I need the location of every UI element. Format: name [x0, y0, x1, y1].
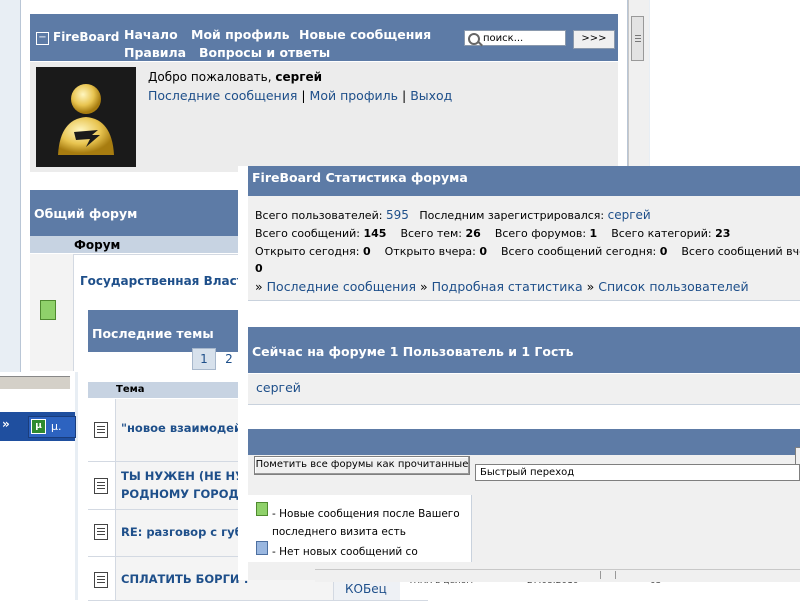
new-posts-icon	[256, 502, 268, 516]
stat-label: Последним зарегистрировался:	[419, 209, 605, 222]
nav-my-profile[interactable]: Мой профиль	[191, 27, 290, 42]
mark-all-read-button[interactable]: Пометить все форумы как прочитанные	[254, 456, 470, 475]
online-user-link[interactable]: сергей	[256, 380, 301, 395]
collapse-icon[interactable]: −	[36, 32, 49, 45]
taskbar-strip	[0, 376, 70, 389]
quick-jump-select[interactable]: Быстрый переход	[475, 464, 800, 481]
search-icon	[468, 33, 480, 45]
recent-topics-title: Последние темы	[92, 326, 214, 341]
topic-title-link-line2[interactable]: РОДНОМУ ГОРОДУ	[121, 485, 248, 503]
horizontal-scrollbar[interactable]	[315, 569, 800, 582]
topic-title-link[interactable]: СПЛАТИТЬ БОРГИ !	[121, 570, 249, 588]
forum-column-header: Форум	[74, 238, 121, 252]
stat-value: 0	[362, 245, 371, 258]
avatar-figure-icon	[58, 84, 114, 155]
stat-label: Всего форумов:	[494, 227, 587, 240]
stats-line-totals: Всего сообщений: 145 Всего тем: 26 Всего…	[255, 227, 730, 240]
stats-line-today: Открыто сегодня: 0 Открыто вчера: 0 Всег…	[255, 245, 800, 258]
stat-label: Всего сообщений:	[255, 227, 360, 240]
nav-rules[interactable]: Правила	[124, 45, 186, 60]
legend-no-new-posts-text: - Нет новых сообщений со	[272, 546, 418, 558]
page-2-button[interactable]: 2	[220, 349, 238, 369]
nav-home[interactable]: Начало	[124, 27, 178, 42]
link-separator: |	[401, 88, 407, 103]
page-1-button[interactable]: 1	[192, 348, 216, 370]
stat-label: Всего тем:	[400, 227, 463, 240]
stat-link-user-list[interactable]: Список пользователей	[598, 279, 748, 294]
welcome-username: сергей	[275, 70, 323, 84]
stat-link-recent-posts[interactable]: Последние сообщения	[267, 279, 416, 294]
stat-value: 0	[659, 245, 668, 258]
stat-value: 0	[479, 245, 487, 258]
topic-document-icon	[94, 572, 108, 588]
stat-link-prefix: »	[586, 279, 595, 294]
online-title: Сейчас на форуме 1 Пользователь и 1 Гост…	[252, 344, 574, 359]
link-my-profile[interactable]: Мой профиль	[310, 88, 398, 103]
topic-title-link[interactable]: "новое взаимодей	[121, 419, 242, 437]
go-button[interactable]	[795, 447, 800, 465]
nav-new-posts[interactable]: Новые сообщения	[299, 27, 431, 42]
stat-link-prefix: »	[255, 279, 263, 294]
stat-value: 0	[255, 262, 263, 275]
avatar[interactable]	[36, 67, 136, 167]
stat-label: Всего сообщений вче	[681, 245, 800, 258]
forum-new-posts-icon	[40, 300, 56, 320]
stat-label: Открыто вчера:	[384, 245, 476, 258]
utorrent-icon: µ	[31, 419, 46, 434]
stat-link-prefix: »	[419, 279, 428, 294]
topic-document-icon	[94, 422, 108, 438]
stats-line-users: Всего пользователей: 595 Последним зарег…	[255, 208, 651, 222]
search-button[interactable]: >>>	[573, 30, 615, 49]
stat-value: 26	[465, 227, 481, 240]
forum-name-link[interactable]: Государственная Власт	[80, 274, 244, 288]
topic-author-link[interactable]: КОБец	[345, 582, 387, 596]
stats-links: » Последние сообщения » Подробная статис…	[255, 279, 749, 294]
stat-label: Всего пользователей:	[255, 209, 383, 222]
fireboard-logo[interactable]: FireBoard	[53, 30, 119, 44]
link-recent-posts[interactable]: Последние сообщения	[148, 88, 297, 103]
stat-link-detailed-stats[interactable]: Подробная статистика	[432, 279, 583, 294]
stats-line-yesterday-value: 0	[255, 262, 263, 275]
general-forum-title: Общий форум	[34, 206, 138, 221]
taskbar-app-label: µ.	[51, 420, 62, 433]
stat-total-users-link[interactable]: 595	[386, 208, 409, 222]
stat-last-registered-link[interactable]: сергей	[608, 208, 651, 222]
topic-column-header: Тема	[116, 384, 145, 395]
welcome-prefix: Добро пожаловать,	[148, 70, 276, 84]
stat-value: 145	[363, 227, 387, 240]
user-links: Последние сообщения | Мой профиль | Выхо…	[148, 88, 452, 103]
topic-title-link[interactable]: RE: разговор с губ	[121, 523, 243, 541]
topic-document-icon	[94, 524, 108, 540]
no-new-posts-icon	[256, 541, 268, 555]
link-separator: |	[301, 88, 306, 103]
actions-header-bar	[248, 429, 800, 455]
stat-label: Всего категорий:	[611, 227, 712, 240]
stat-value: 23	[715, 227, 731, 240]
back-window-scroll-thumb[interactable]	[631, 16, 644, 61]
link-logout[interactable]: Выход	[410, 88, 452, 103]
nav-faq[interactable]: Вопросы и ответы	[199, 45, 330, 60]
stat-value: 1	[589, 227, 598, 240]
online-body	[248, 374, 800, 405]
welcome-text: Добро пожаловать, сергей	[148, 70, 322, 84]
legend-right-panel	[472, 495, 800, 570]
stat-label: Всего сообщений сегодня:	[500, 245, 657, 258]
stats-title: FireBoard Статистика форума	[252, 170, 468, 185]
topic-document-icon	[94, 478, 108, 494]
legend-new-posts-text: - Новые сообщения после Вашего последнег…	[272, 508, 460, 538]
taskbar-chevron-icon[interactable]: »	[2, 417, 10, 431]
stat-label: Открыто сегодня:	[255, 245, 360, 258]
taskbar-area	[0, 372, 75, 600]
topic-title-link[interactable]: ТЫ НУЖЕН (НЕ НУ	[121, 467, 244, 485]
horizontal-scroll-grip-icon[interactable]	[600, 571, 616, 579]
